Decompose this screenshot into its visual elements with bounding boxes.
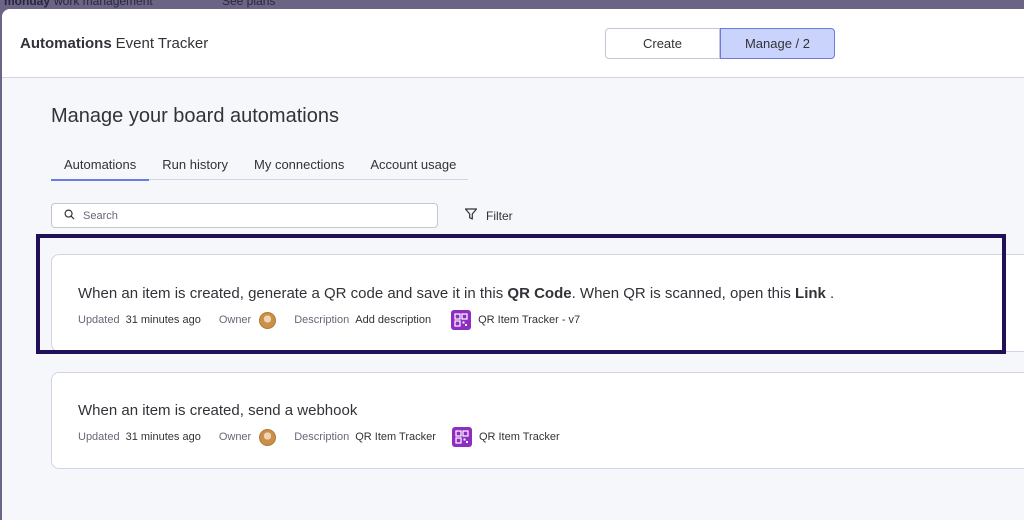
- automation-title: When an item is created, generate a QR c…: [78, 285, 835, 302]
- automations-modal: Automations Event Tracker Create Manage /…: [2, 9, 1024, 520]
- create-button[interactable]: Create: [605, 28, 720, 59]
- app-name: QR Item Tracker: [478, 431, 560, 443]
- owner-label: Owner: [218, 431, 252, 443]
- tab-account-usage[interactable]: Account usage: [357, 149, 469, 180]
- search-icon: [64, 207, 75, 225]
- automation-meta: Updated 31 minutes ago Owner Description…: [78, 310, 580, 330]
- filter-label: Filter: [486, 208, 513, 223]
- description-value[interactable]: QR Item Tracker: [355, 431, 436, 443]
- automation-title: When an item is created, send a webhook: [78, 402, 358, 419]
- link-field-token[interactable]: Link: [795, 285, 826, 302]
- qr-app-icon: [451, 310, 472, 330]
- filter-icon: [464, 207, 478, 224]
- qr-code-field-token[interactable]: QR Code: [507, 285, 571, 302]
- background-see-plans-link: See plans: [222, 0, 276, 8]
- modal-header: Automations Event Tracker Create Manage /…: [2, 9, 1024, 78]
- updated-value: 31 minutes ago: [125, 314, 201, 326]
- qr-app-icon: [451, 427, 472, 447]
- description-label: Description: [294, 314, 350, 326]
- owner-avatar[interactable]: [259, 428, 277, 446]
- filter-button[interactable]: Filter: [464, 207, 513, 224]
- tab-my-connections[interactable]: My connections: [241, 149, 357, 180]
- description-label: Description: [294, 431, 350, 443]
- page-title: Manage your board automations: [51, 105, 339, 127]
- automation-meta: Updated 31 minutes ago Owner Description…: [78, 427, 560, 447]
- automation-card[interactable]: When an item is created, send a webhook …: [51, 372, 1024, 469]
- owner-avatar[interactable]: [259, 311, 277, 329]
- description-value[interactable]: Add description: [355, 314, 431, 326]
- background-brand: monday work management: [4, 0, 153, 8]
- automation-card[interactable]: When an item is created, generate a QR c…: [51, 254, 1024, 352]
- search-box[interactable]: [51, 203, 438, 228]
- owner-label: Owner: [218, 314, 252, 326]
- tab-run-history[interactable]: Run history: [149, 149, 241, 180]
- tab-automations[interactable]: Automations: [51, 149, 150, 181]
- search-input[interactable]: [83, 209, 413, 222]
- app-name: QR Item Tracker - v7: [478, 314, 581, 326]
- app-title: Automations Event Tracker: [20, 35, 209, 52]
- updated-label: Updated: [78, 431, 120, 443]
- updated-value: 31 minutes ago: [125, 431, 201, 443]
- tab-bar: Automations Run history My connections A…: [51, 149, 469, 181]
- updated-label: Updated: [78, 314, 120, 326]
- view-switcher: Create Manage / 2: [605, 28, 835, 59]
- manage-button[interactable]: Manage / 2: [720, 28, 835, 59]
